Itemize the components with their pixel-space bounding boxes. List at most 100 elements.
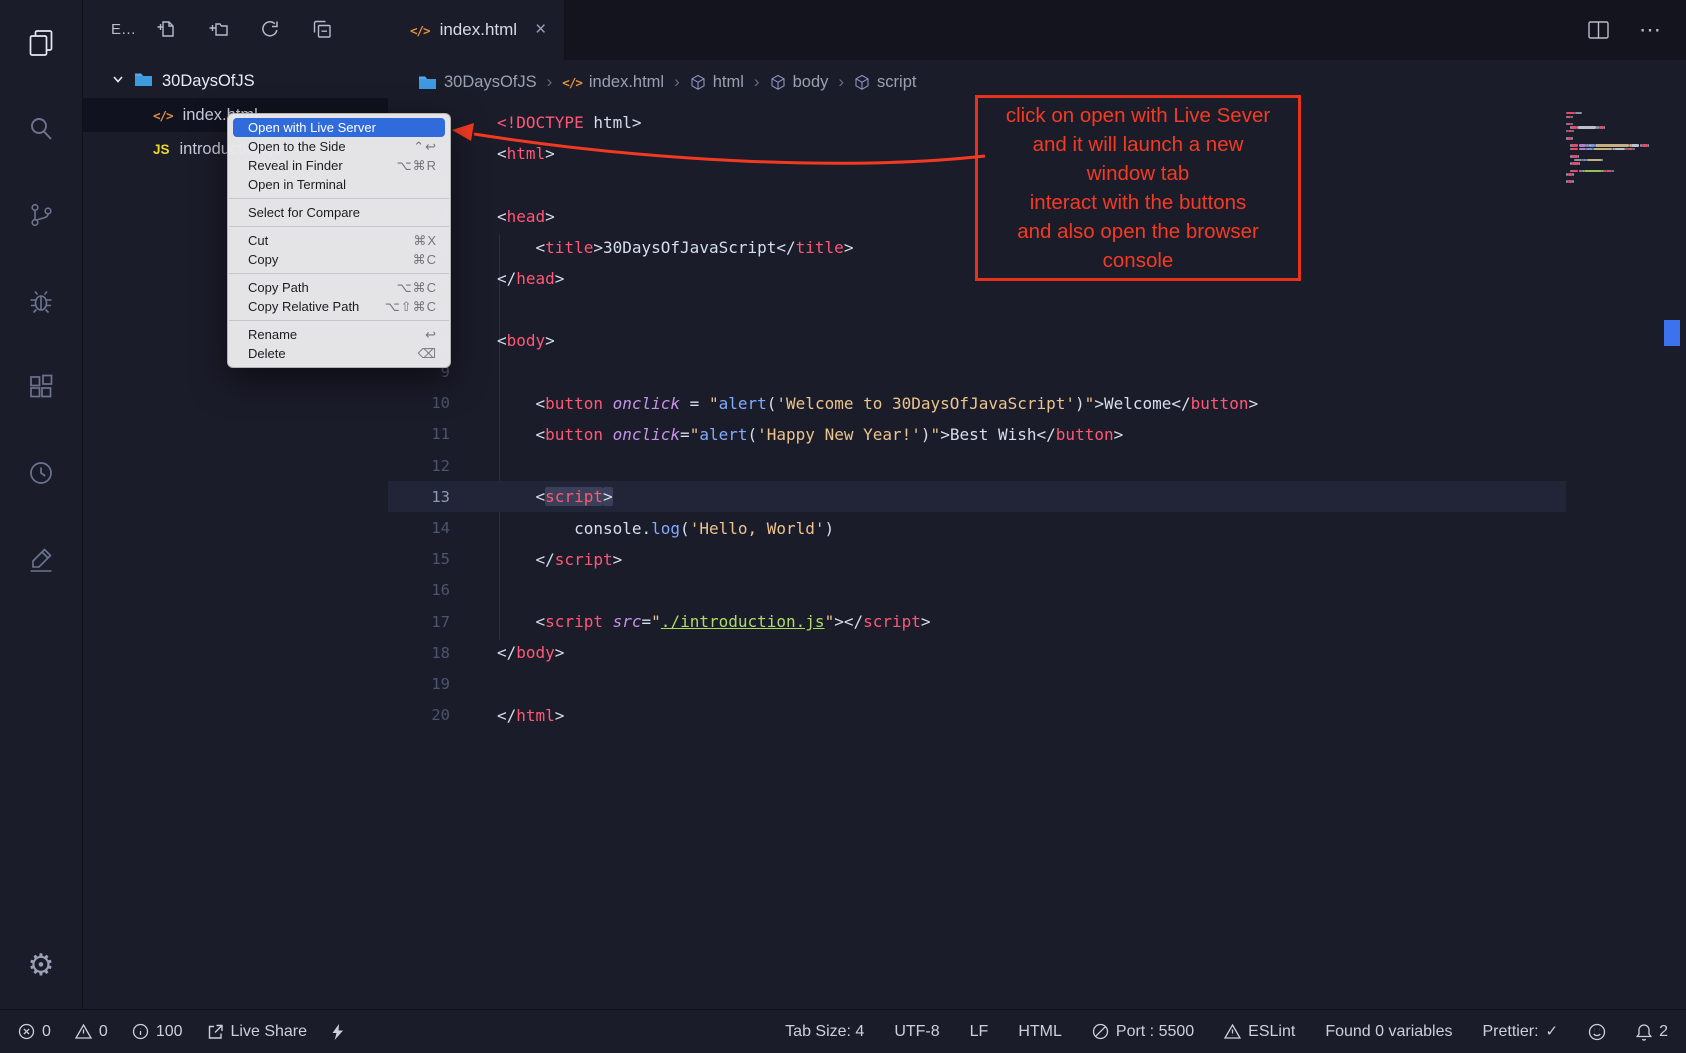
error-circle-icon [18,1023,35,1040]
run-debug-icon [27,287,55,315]
menu-item-cut[interactable]: Cut⌘X [228,231,450,250]
breadcrumb-script[interactable]: script [854,73,916,92]
status-found-0-variables[interactable]: Found 0 variables [1325,1023,1452,1041]
status-lf[interactable]: LF [970,1023,989,1041]
status-port-5500[interactable]: Port : 5500 [1092,1023,1194,1041]
code-line-15[interactable]: 15 </script> [388,544,1566,575]
menu-item-copy[interactable]: Copy⌘C [228,250,450,269]
menu-item-label: Delete [248,346,286,361]
code-line-16[interactable]: 16 [388,575,1566,606]
code-text: <title>30DaysOfJavaScript</title> [450,238,853,257]
collapse-all-icon[interactable] [312,19,332,39]
folder-row-30DaysOfJS[interactable]: 30DaysOfJS [83,64,388,98]
port-slash-icon [1092,1023,1109,1040]
menu-item-select-for-compare[interactable]: Select for Compare [228,203,450,222]
activity-editor-pen-button[interactable] [0,516,82,602]
tab-label: index.html [440,20,517,40]
breadcrumb-separator: › [838,72,844,92]
code-line-12[interactable]: 12 [388,450,1566,481]
split-editor-icon[interactable] [1588,21,1609,39]
menu-item-shortcut: ↩ [425,327,437,343]
new-folder-icon[interactable] [208,19,228,39]
menu-separator [229,273,449,274]
menu-item-label: Open in Terminal [248,177,346,192]
code-text: </body> [450,643,564,662]
status-eslint[interactable]: ESLint [1224,1023,1295,1041]
code-line-17[interactable]: 17 <script src="./introduction.js"></scr… [388,606,1566,637]
history-icon [27,459,55,487]
refresh-icon[interactable] [260,19,280,39]
code-line-7[interactable]: 7 [388,294,1566,325]
activity-settings-button[interactable]: ⚙ [0,923,82,1009]
code-line-18[interactable]: 18</body> [388,637,1566,668]
activity-history-button[interactable] [0,430,82,516]
activity-search-button[interactable] [0,86,82,172]
status-utf-8[interactable]: UTF-8 [894,1023,939,1041]
breadcrumb-label: index.html [589,73,664,92]
activity-bar-top [0,0,82,602]
status-tab-size-4[interactable]: Tab Size: 4 [785,1023,864,1041]
code-text: <button onclick = "alert('Welcome to 30D… [450,394,1258,413]
status-100[interactable]: 100 [132,1023,183,1041]
menu-item-copy-path[interactable]: Copy Path⌥⌘C [228,278,450,297]
status-label: ESLint [1248,1023,1295,1041]
menu-item-open-with-live-server[interactable]: Open with Live Server [233,118,445,137]
menu-item-delete[interactable]: Delete⌫ [228,344,450,363]
close-tab-icon[interactable]: × [535,19,546,41]
breadcrumb-30daysofjs[interactable]: 30DaysOfJS [418,73,537,92]
menu-item-rename[interactable]: Rename ↩ [228,325,450,344]
code-line-10[interactable]: 10 <button onclick = "alert('Welcome to … [388,388,1566,419]
activity-extensions-button[interactable] [0,344,82,430]
status-lightning[interactable] [331,1023,344,1041]
status-0[interactable]: 0 [18,1023,51,1041]
annotation-line: window tab [978,159,1298,188]
symbol-cube-icon [690,74,706,91]
status-html[interactable]: HTML [1018,1023,1062,1041]
menu-item-open-in-terminal[interactable]: Open in Terminal [228,175,450,194]
line-number: 12 [388,457,450,475]
smiley-icon [1588,1023,1606,1041]
explorer-actions [156,19,332,39]
status-live-share[interactable]: Live Share [207,1023,308,1041]
warning-triangle-icon [1224,1023,1241,1040]
menu-item-open-to-the-side[interactable]: Open to the Side⌃↩ [228,137,450,156]
search-icon [27,115,55,143]
menu-item-label: Rename [248,327,297,342]
code-line-9[interactable]: 9 [388,357,1566,388]
status-label: HTML [1018,1023,1062,1041]
menu-item-label: Copy Relative Path [248,299,359,314]
activity-explorer-button[interactable] [0,0,82,86]
status-0[interactable]: 0 [75,1023,108,1041]
tab-index-html[interactable]: </> index.html × [388,0,565,60]
code-line-13[interactable]: 13 <script> [388,481,1566,512]
explorer-title: E… [111,21,136,38]
status-prettier[interactable]: Prettier:✓ [1483,1023,1559,1041]
menu-item-reveal-in-finder[interactable]: Reveal in Finder⌥⌘R [228,156,450,175]
status-2[interactable]: 2 [1636,1023,1668,1041]
annotation-line: click on open with Live Sever [978,101,1298,130]
menu-item-shortcut: ⌥⇧⌘C [385,299,437,315]
code-line-8[interactable]: 8<body> [388,325,1566,356]
status-label: 2 [1659,1023,1668,1041]
editor-actions: ⋯ [1588,0,1686,60]
menu-separator [229,320,449,321]
code-line-19[interactable]: 19 [388,668,1566,699]
code-line-11[interactable]: 11 <button onclick="alert('Happy New Yea… [388,419,1566,450]
explorer-header: E… [83,0,388,58]
context-menu: Open with Live ServerOpen to the Side⌃↩R… [227,113,451,368]
activity-source-control-button[interactable] [0,172,82,258]
breadcrumb-body[interactable]: body [770,73,829,92]
warning-triangle-icon [75,1023,92,1040]
code-line-20[interactable]: 20</html> [388,700,1566,731]
breadcrumb-index-html[interactable]: </>index.html [562,73,664,92]
status-smiley[interactable] [1588,1023,1606,1041]
activity-run-debug-button[interactable] [0,258,82,344]
minimap[interactable] [1566,112,1670,204]
code-line-14[interactable]: 14 console.log('Hello, World') [388,512,1566,543]
new-file-icon[interactable] [156,19,176,39]
line-number: 14 [388,519,450,537]
breadcrumb-html[interactable]: html [690,73,744,92]
menu-item-copy-relative-path[interactable]: Copy Relative Path ⌥⇧⌘C [228,297,450,316]
bell-icon [1636,1023,1652,1041]
more-actions-icon[interactable]: ⋯ [1639,19,1662,41]
